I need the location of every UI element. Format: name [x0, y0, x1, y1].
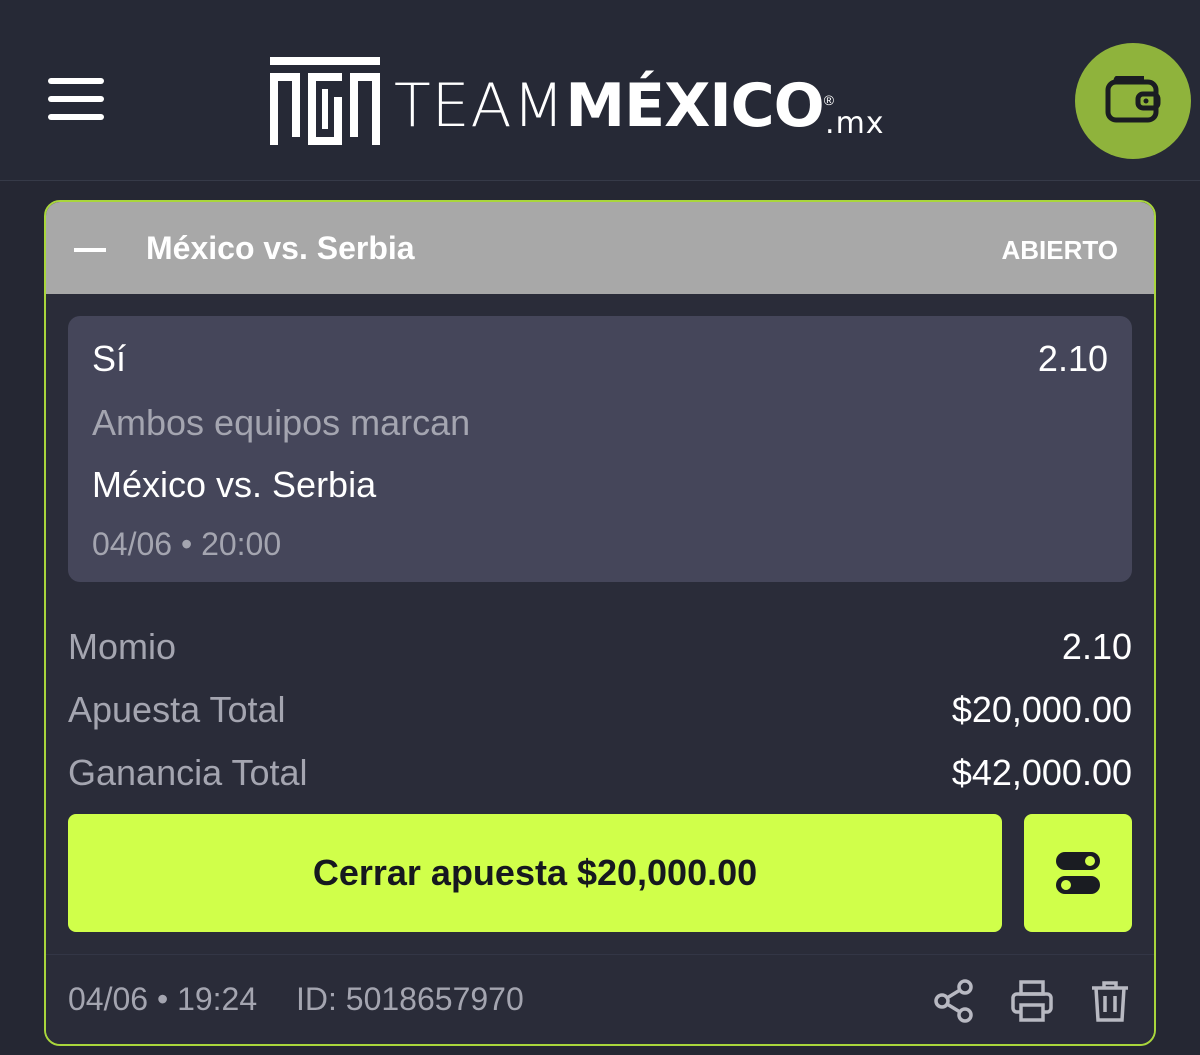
- summary-value: $20,000.00: [951, 689, 1132, 730]
- bet-card-header[interactable]: México vs. Serbia ABIERTO: [46, 202, 1154, 294]
- summary-value: $42,000.00: [951, 752, 1132, 793]
- print-icon[interactable]: [1010, 979, 1054, 1023]
- selection-details: Sí 2.10 Ambos equipos marcan México vs. …: [68, 316, 1132, 582]
- summary-label: Ganancia Total: [68, 752, 308, 793]
- bet-card-footer: 04/06 • 19:24 ID: 5018657970: [46, 954, 1154, 1044]
- share-icon[interactable]: [932, 979, 976, 1023]
- logo-mx-text: .mx: [825, 106, 885, 141]
- bet-placed-time: 04/06 • 19:24: [68, 981, 258, 1017]
- bet-title: México vs. Serbia: [146, 230, 415, 266]
- hamburger-menu-icon[interactable]: [48, 76, 104, 122]
- toggle-icon: [1056, 852, 1100, 894]
- logo-team-text: TEAM: [394, 71, 566, 141]
- top-bar: TEAM MÉXICO ® .mx: [0, 0, 1200, 181]
- collapse-icon[interactable]: [74, 232, 110, 268]
- summary-row-payout: Ganancia Total $42,000.00: [68, 752, 1132, 802]
- selection-pick: Sí: [92, 338, 127, 379]
- summary-row-stake: Apuesta Total $20,000.00: [68, 689, 1132, 739]
- selection-event: México vs. Serbia: [92, 464, 377, 505]
- cashout-button[interactable]: Cerrar apuesta $20,000.00: [68, 814, 1002, 932]
- team-mexico-logo[interactable]: TEAM MÉXICO ® .mx: [270, 55, 885, 145]
- status-badge: ABIERTO: [1001, 235, 1118, 265]
- selection-odds: 2.10: [1037, 338, 1108, 379]
- auto-cashout-toggle-button[interactable]: [1024, 814, 1132, 932]
- logo-mexico-text: MÉXICO: [565, 71, 824, 141]
- selection-datetime: 04/06 • 20:00: [92, 526, 282, 562]
- summary-label: Apuesta Total: [68, 689, 286, 730]
- summary-row-odds: Momio 2.10: [68, 626, 1132, 676]
- bet-id: ID: 5018657970: [296, 981, 524, 1017]
- wallet-button[interactable]: [1075, 43, 1191, 159]
- selection-market: Ambos equipos marcan: [92, 402, 471, 443]
- wallet-icon: [1105, 76, 1161, 123]
- summary-value: 2.10: [1061, 626, 1132, 667]
- summary-label: Momio: [68, 626, 177, 667]
- logo-mark-icon: [270, 57, 380, 145]
- bet-slip-card: México vs. Serbia ABIERTO Sí 2.10 Ambos …: [44, 200, 1156, 1046]
- trash-icon[interactable]: [1088, 979, 1132, 1023]
